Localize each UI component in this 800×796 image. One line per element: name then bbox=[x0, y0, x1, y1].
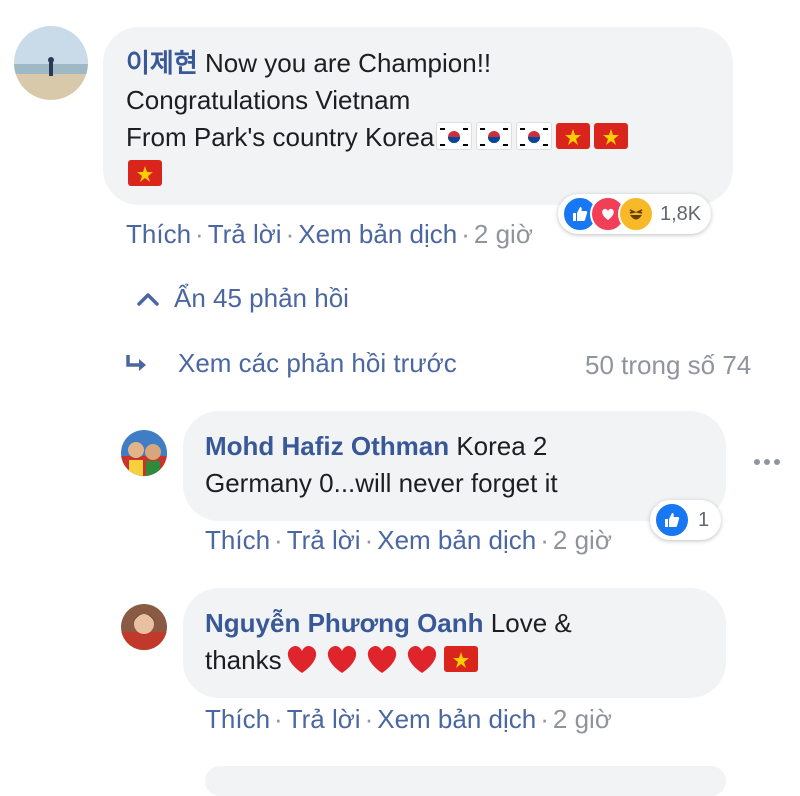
reply-actions: Thích · Trả lời · Xem bản dịch · 2 giờ bbox=[205, 525, 612, 555]
reply-link[interactable]: Trả lời bbox=[208, 219, 282, 249]
timestamp[interactable]: 2 giờ bbox=[553, 525, 612, 555]
heart-emoji-icon bbox=[407, 645, 436, 673]
like-link[interactable]: Thích bbox=[126, 219, 191, 249]
reply-arrow-icon bbox=[126, 354, 146, 371]
comment-body: 이제현 Now you are Champion!! Congratulatio… bbox=[126, 45, 726, 193]
hide-replies-button[interactable]: Ẩn 45 phản hồi bbox=[136, 283, 349, 314]
reply-body: Mohd Hafiz Othman Korea 2 Germany 0...wi… bbox=[205, 428, 715, 502]
profile-photo-icon bbox=[121, 604, 167, 650]
korea-flag-icon bbox=[436, 122, 473, 150]
view-previous-replies[interactable]: Xem các phản hồi trước bbox=[124, 348, 457, 379]
like-link[interactable]: Thích bbox=[205, 525, 270, 555]
reaction-summary[interactable]: 1 bbox=[650, 500, 722, 540]
vietnam-flag-icon bbox=[443, 646, 478, 672]
vietnam-flag-icon bbox=[556, 123, 591, 149]
reply-link[interactable]: Trả lời bbox=[287, 704, 361, 734]
comment-text: Congratulations Vietnam bbox=[126, 85, 411, 115]
heart-emoji-icon bbox=[287, 645, 316, 673]
comment-text: From Park's country Korea bbox=[126, 122, 435, 152]
reply-text: thanks bbox=[205, 645, 282, 675]
timestamp[interactable]: 2 giờ bbox=[553, 704, 612, 734]
reply-progress: 50 trong số 74 bbox=[585, 350, 752, 380]
like-icon bbox=[654, 502, 690, 538]
translate-link[interactable]: Xem bản dịch bbox=[377, 704, 536, 734]
reply-body: Nguyễn Phương Oanh Love & thanks bbox=[205, 605, 715, 679]
korea-flag-icon bbox=[516, 122, 553, 150]
chevron-up-icon bbox=[137, 292, 159, 306]
translate-link[interactable]: Xem bản dịch bbox=[377, 525, 536, 555]
vietnam-flag-icon bbox=[594, 123, 629, 149]
reaction-count: 1 bbox=[698, 508, 710, 531]
like-link[interactable]: Thích bbox=[205, 704, 270, 734]
profile-photo-icon bbox=[121, 430, 167, 476]
haha-icon bbox=[618, 196, 654, 232]
avatar[interactable] bbox=[121, 604, 167, 650]
view-previous-label: Xem các phản hồi trước bbox=[178, 348, 457, 378]
comment-actions: Thích · Trả lời · Xem bản dịch · 2 giờ bbox=[126, 219, 533, 249]
reply-link[interactable]: Trả lời bbox=[287, 525, 361, 555]
reaction-summary[interactable]: 1,8K bbox=[558, 194, 712, 234]
reply-text: Germany 0...will never forget it bbox=[205, 468, 558, 498]
reply-text: Love & bbox=[490, 608, 572, 638]
translate-link[interactable]: Xem bản dịch bbox=[298, 219, 457, 249]
reaction-count: 1,8K bbox=[660, 202, 702, 225]
more-options-icon[interactable] bbox=[752, 454, 784, 470]
heart-emoji-icon bbox=[367, 645, 396, 673]
beach-photo-icon bbox=[14, 26, 88, 100]
reply-author[interactable]: Nguyễn Phương Oanh bbox=[205, 608, 484, 638]
reply-author[interactable]: Mohd Hafiz Othman bbox=[205, 431, 449, 461]
timestamp[interactable]: 2 giờ bbox=[474, 219, 533, 249]
avatar[interactable] bbox=[14, 26, 88, 100]
reply-text: Korea 2 bbox=[456, 431, 548, 461]
comment-text: Now you are Champion!! bbox=[205, 48, 492, 78]
hide-replies-label: Ẩn 45 phản hồi bbox=[174, 283, 349, 313]
comment-author[interactable]: 이제현 bbox=[126, 48, 198, 78]
reply-actions: Thích · Trả lời · Xem bản dịch · 2 giờ bbox=[205, 704, 612, 734]
heart-emoji-icon bbox=[327, 645, 356, 673]
avatar[interactable] bbox=[121, 430, 167, 476]
korea-flag-icon bbox=[476, 122, 513, 150]
vietnam-flag-icon bbox=[128, 160, 162, 186]
